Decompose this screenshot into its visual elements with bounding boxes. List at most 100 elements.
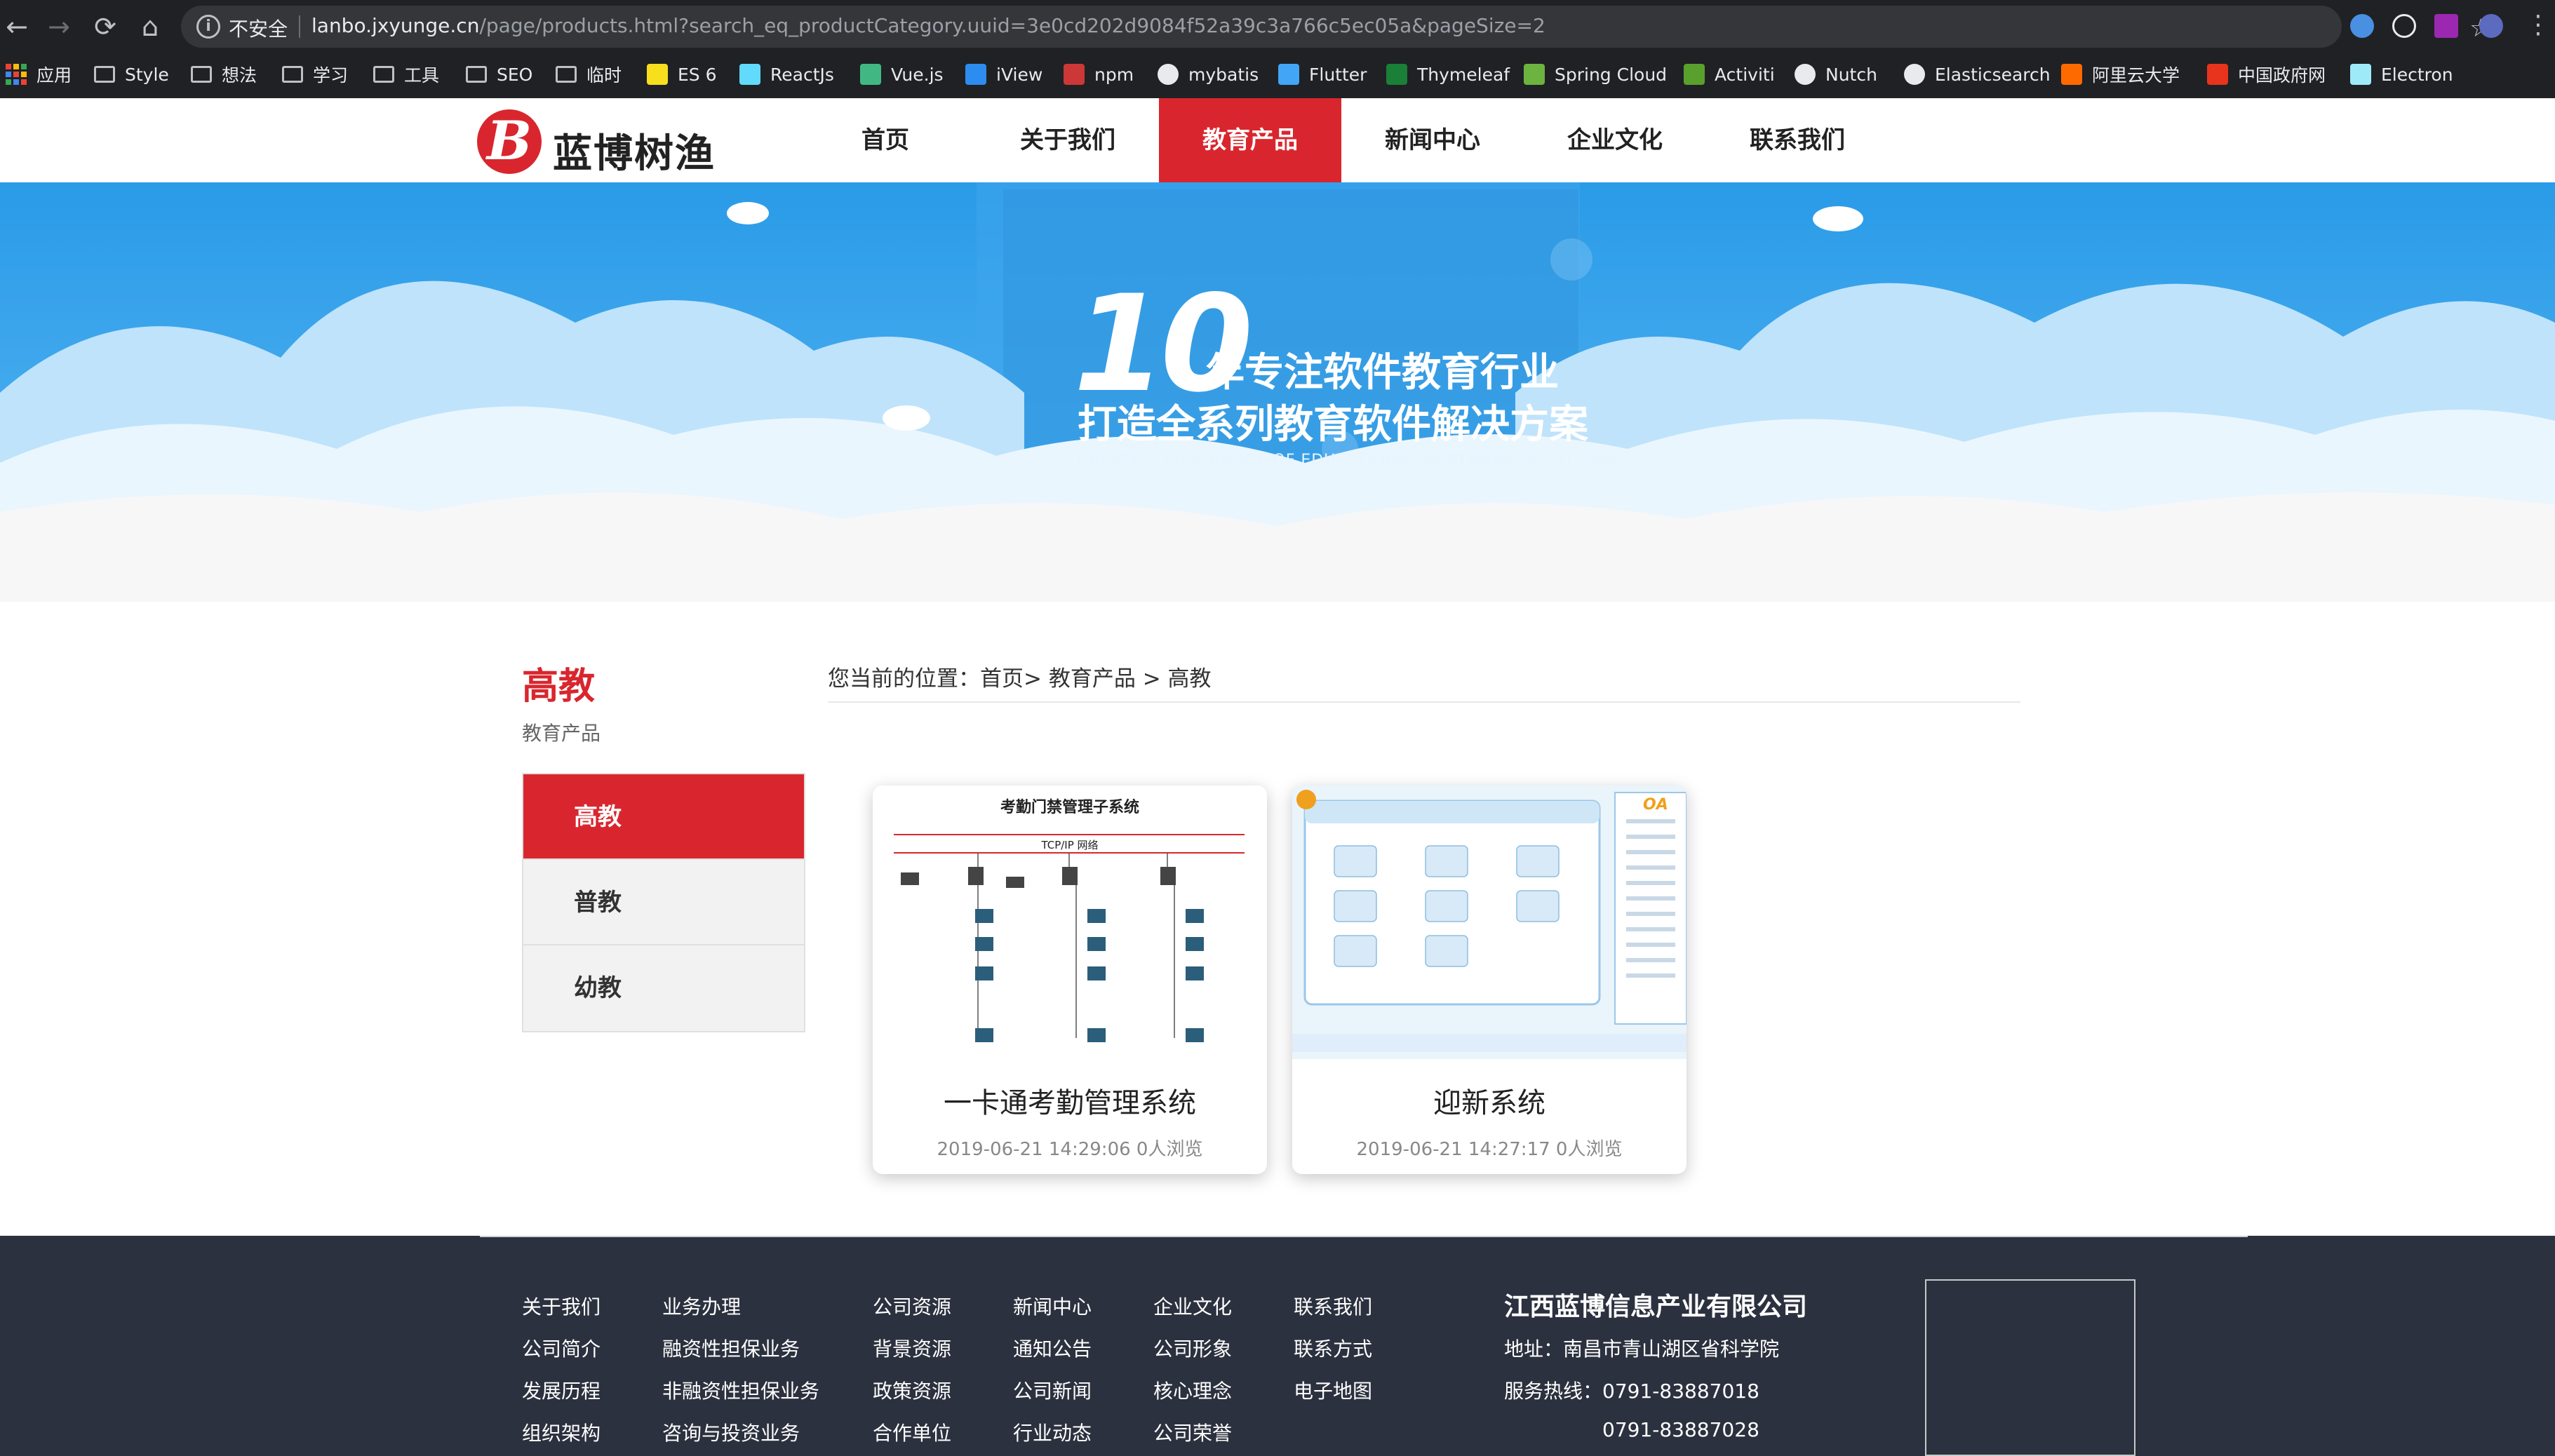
forward-arrow-icon[interactable]: → — [42, 10, 76, 43]
footer-link[interactable]: 组织架构 — [522, 1418, 601, 1456]
flutter-icon — [1278, 64, 1299, 85]
footer-link[interactable]: 公司资源 — [873, 1292, 951, 1334]
back-arrow-icon[interactable]: ← — [0, 10, 34, 43]
reload-icon[interactable]: ⟳ — [88, 10, 122, 43]
site-footer: 关于我们 公司简介 发展历程 组织架构 业务办理 融资性担保业务 非融资性担保业务 咨询与投资… — [0, 1236, 2555, 1456]
bookmark-item[interactable]: Style — [94, 60, 169, 88]
footer-link[interactable]: 公司形象 — [1153, 1334, 1232, 1376]
bookmark-label: Electron — [2381, 64, 2453, 85]
url-text[interactable]: lanbo.jxyunge.cn/page/products.html?sear… — [311, 14, 1545, 37]
footer-divider — [480, 1236, 2248, 1237]
sidebar-item-preschool[interactable]: 幼教 — [523, 945, 804, 1031]
product-card[interactable]: 考勤门禁管理子系统 TCP/IP 网络 一卡通考勤管理系统 2019-06-21… — [873, 786, 1267, 1174]
nav-about[interactable]: 关于我们 — [977, 98, 1159, 182]
footer-column: 公司资源 背景资源 政策资源 合作单位 — [873, 1292, 951, 1456]
bookmark-item[interactable]: Spring Cloud — [1524, 60, 1667, 88]
thumbnail-heading: 考勤门禁管理子系统 — [1000, 798, 1139, 816]
footer-link[interactable]: 关于我们 — [522, 1292, 601, 1334]
bookmark-item[interactable]: Electron — [2350, 60, 2453, 88]
extension-icon[interactable] — [2479, 14, 2503, 38]
nav-home[interactable]: 首页 — [794, 98, 977, 182]
breadcrumb-prefix: 您当前的位置： — [828, 666, 980, 692]
breadcrumb-home-link[interactable]: 首页 — [980, 666, 1024, 692]
footer-link[interactable]: 通知公告 — [1013, 1334, 1092, 1376]
nav-products[interactable]: 教育产品 — [1159, 98, 1341, 182]
bookmark-item[interactable]: 应用 — [6, 60, 72, 88]
footer-column: 联系我们 联系方式 电子地图 — [1294, 1292, 1372, 1418]
footer-hotline-2: 0791-83887028 — [1602, 1418, 1759, 1441]
footer-link[interactable]: 电子地图 — [1294, 1376, 1372, 1418]
product-meta: 2019-06-21 14:27:17 0人浏览 — [1356, 1139, 1623, 1160]
footer-link[interactable]: 业务办理 — [662, 1292, 819, 1334]
bookmark-item[interactable]: 临时 — [556, 60, 622, 88]
extension-icon[interactable] — [2434, 14, 2458, 38]
bookmarks-bar: 应用 Style 想法 学习 工具 SEO 临时 ES 6 ReactJs Vue.js iView… — [0, 53, 2555, 98]
nav-news[interactable]: 新闻中心 — [1341, 98, 1524, 182]
bookmark-item[interactable]: 阿里云大学 — [2061, 60, 2180, 88]
sidebar-title: 高教 — [522, 666, 596, 708]
globe-icon — [1795, 64, 1816, 85]
product-title[interactable]: 一卡通考勤管理系统 — [873, 1080, 1267, 1121]
bookmark-label: SEO — [497, 64, 533, 85]
footer-link[interactable]: 企业文化 — [1153, 1292, 1232, 1334]
bookmark-item[interactable]: SEO — [466, 60, 532, 88]
kebab-menu-icon[interactable]: ⋮ — [2526, 10, 2551, 43]
footer-link[interactable]: 联系方式 — [1294, 1334, 1372, 1376]
footer-link[interactable]: 非融资性担保业务 — [662, 1376, 819, 1418]
breadcrumb: 您当前的位置：首页> 教育产品 > 高教 — [828, 661, 1212, 692]
product-title[interactable]: 迎新系统 — [1292, 1080, 1686, 1121]
bookmark-item[interactable]: Vue.js — [860, 60, 944, 88]
footer-link[interactable]: 融资性担保业务 — [662, 1334, 819, 1376]
nav-contact[interactable]: 联系我们 — [1706, 98, 1889, 182]
bookmark-item[interactable]: mybatis — [1158, 60, 1259, 88]
bookmark-item[interactable]: 想法 — [191, 60, 257, 88]
footer-link[interactable]: 发展历程 — [522, 1376, 601, 1418]
product-meta: 2019-06-21 14:29:06 0人浏览 — [937, 1139, 1203, 1160]
footer-link[interactable]: 行业动态 — [1013, 1418, 1092, 1456]
footer-link[interactable]: 新闻中心 — [1013, 1292, 1092, 1334]
footer-link[interactable]: 咨询与投资业务 — [662, 1418, 819, 1456]
bookmark-item[interactable]: 学习 — [282, 60, 348, 88]
folder-icon — [373, 66, 394, 83]
footer-hotline-1: 0791-83887018 — [1602, 1380, 1759, 1403]
info-icon[interactable]: i — [196, 15, 220, 39]
footer-link[interactable]: 政策资源 — [873, 1376, 951, 1418]
bookmark-item[interactable]: Nutch — [1795, 60, 1877, 88]
bookmark-item[interactable]: iView — [965, 60, 1042, 88]
product-card[interactable]: OA 迎新系统 2019-06-21 14:27:17 0人浏览 — [1292, 786, 1686, 1174]
react-devtools-icon[interactable] — [2392, 14, 2416, 38]
site-logo[interactable]: B 蓝博树渔 — [477, 107, 714, 177]
bookmark-label: npm — [1094, 64, 1134, 85]
hero-banner: 10 年专注软件教育行业 打造全系列教育软件解决方案 CREATE A FULL… — [0, 182, 2555, 602]
home-icon[interactable]: ⌂ — [133, 10, 167, 43]
footer-link[interactable]: 联系我们 — [1294, 1292, 1372, 1334]
bookmark-item[interactable]: Elasticsearch — [1904, 60, 2051, 88]
omnibox[interactable]: i 不安全 lanbo.jxyunge.cn/page/products.htm… — [181, 6, 2492, 48]
browser-chrome: ← → ⟳ ⌂ i 不安全 lanbo.jxyunge.cn/page/prod… — [0, 0, 2555, 98]
bookmark-item[interactable]: ReactJs — [739, 60, 834, 88]
nav-culture[interactable]: 企业文化 — [1524, 98, 1706, 182]
bookmark-item[interactable]: Flutter — [1278, 60, 1367, 88]
sidebar-item-k12[interactable]: 普教 — [523, 860, 804, 945]
sidebar-item-higher-ed[interactable]: 高教 — [523, 774, 804, 860]
footer-link[interactable]: 核心理念 — [1153, 1376, 1232, 1418]
bookmark-item[interactable]: npm — [1064, 60, 1134, 88]
breadcrumb-section-link[interactable]: 教育产品 — [1049, 666, 1136, 692]
apps-grid-icon — [6, 64, 27, 85]
bookmark-item[interactable]: ES 6 — [647, 60, 717, 88]
url-domain: lanbo.jxyunge.cn — [311, 14, 480, 37]
extension-icon[interactable] — [2350, 14, 2374, 38]
footer-link[interactable]: 合作单位 — [873, 1418, 951, 1456]
footer-link[interactable]: 公司荣誉 — [1153, 1418, 1232, 1456]
bookmark-item[interactable]: 工具 — [373, 60, 439, 88]
bookmark-item[interactable]: Thymeleaf — [1386, 60, 1510, 88]
footer-link[interactable]: 公司新闻 — [1013, 1376, 1092, 1418]
globe-icon — [1158, 64, 1179, 85]
footer-link[interactable]: 公司简介 — [522, 1334, 601, 1376]
footer-link[interactable]: 背景资源 — [873, 1334, 951, 1376]
bookmark-item[interactable]: 中国政府网 — [2207, 60, 2326, 88]
bookmark-item[interactable]: Activiti — [1684, 60, 1775, 88]
react-icon — [739, 64, 760, 85]
bookmark-label: 应用 — [36, 65, 72, 86]
folder-icon — [191, 66, 212, 83]
